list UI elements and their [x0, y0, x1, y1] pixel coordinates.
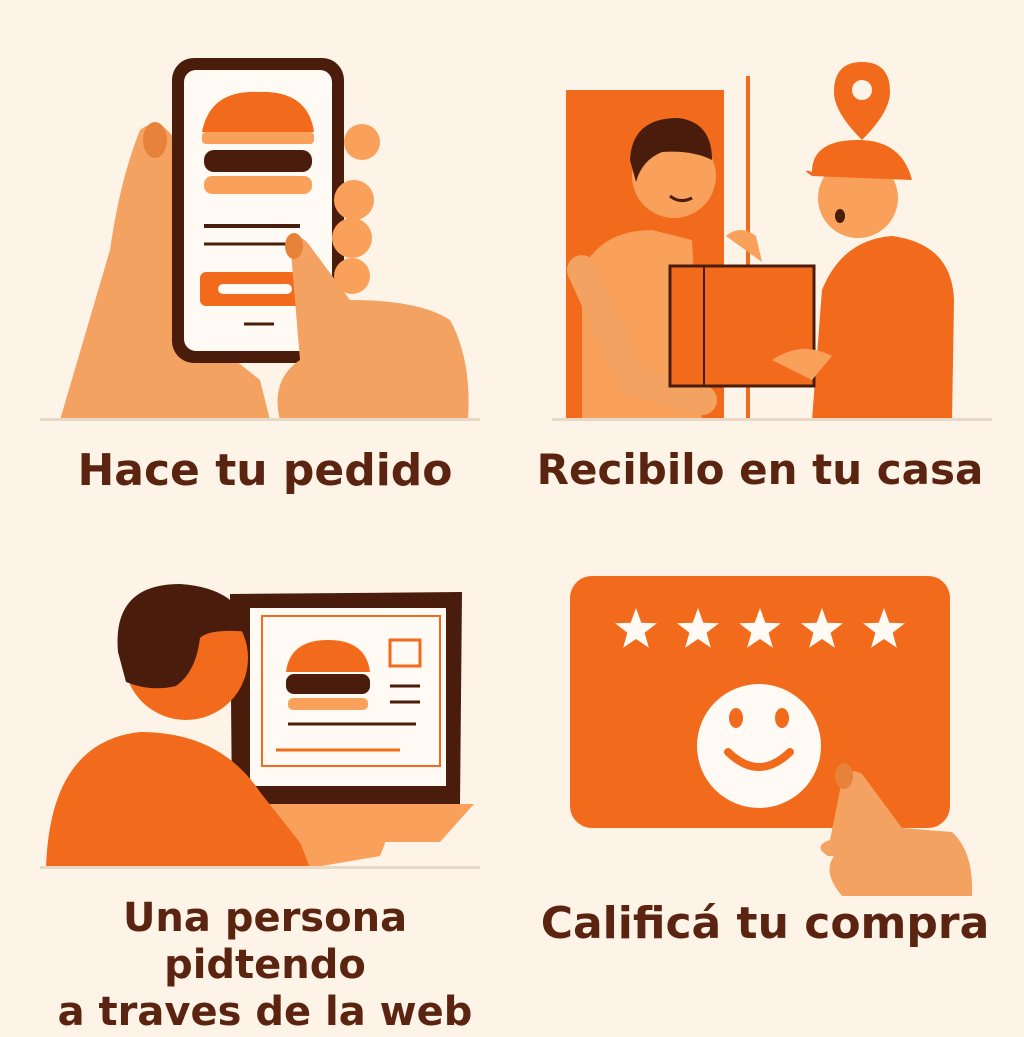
step-caption: Calificá tu compra: [520, 898, 1010, 950]
burger-icon: [202, 91, 314, 194]
location-pin-icon: [834, 62, 890, 140]
step-caption: Una persona pidtendo a traves de la web: [20, 895, 510, 1037]
step-caption: Hace tu pedido: [40, 445, 490, 497]
step-delivery: Recibilo en tu casa: [512, 0, 1024, 512]
step-rating: Calificá tu compra: [512, 512, 1024, 1024]
caption-line: a traves de la web: [57, 989, 473, 1036]
burger-icon: [286, 640, 370, 710]
caption-line: Una persona pidtendo: [122, 895, 408, 989]
smiley-icon: [697, 684, 821, 808]
rating-illustration: [570, 576, 973, 896]
delivery-illustration: [552, 62, 992, 421]
caption-line: Recibilo en tu casa: [536, 445, 984, 494]
step-web-order: Una persona pidtendo a traves de la web: [0, 512, 512, 1035]
caption-line: Hace tu pedido: [77, 445, 453, 496]
caption-line: Calificá tu compra: [540, 898, 990, 949]
step-caption: Recibilo en tu casa: [530, 445, 990, 495]
phone-order-illustration: [40, 58, 480, 421]
laptop-order-illustration: [40, 584, 480, 869]
step-order: Hace tu pedido: [0, 0, 512, 512]
